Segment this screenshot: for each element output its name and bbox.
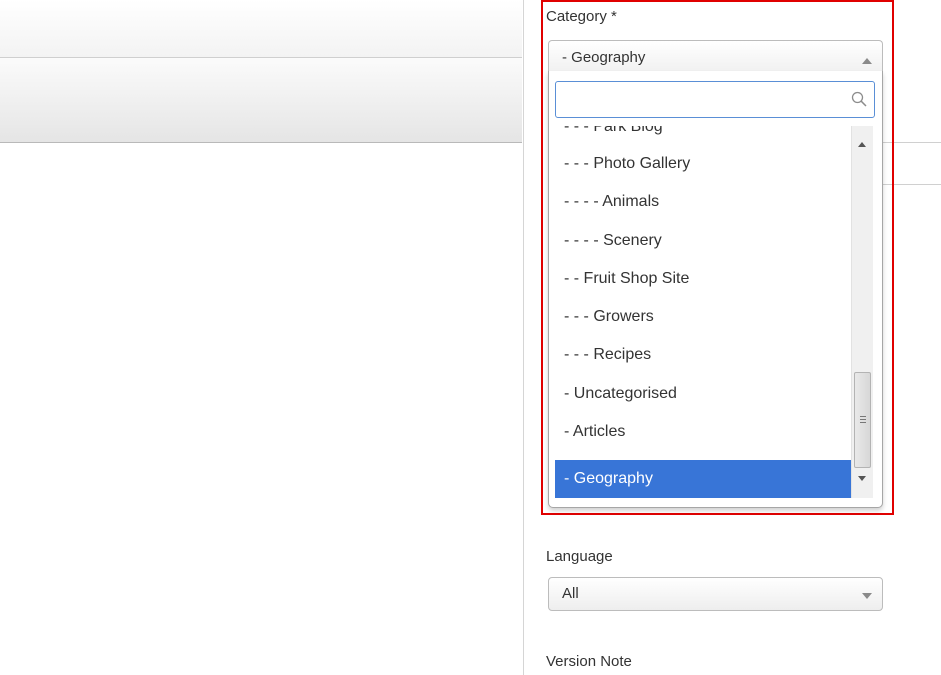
category-option[interactable]: - - Fruit Shop Site	[555, 260, 851, 298]
scroll-up-arrow-icon[interactable]	[858, 142, 866, 147]
version-note-label: Version Note	[546, 653, 632, 670]
category-option[interactable]: - - - Growers	[555, 298, 851, 336]
scroll-down-arrow-icon[interactable]	[858, 476, 866, 481]
grip-line	[860, 419, 866, 420]
category-options-list[interactable]: - - - Park Blog - - - Photo Gallery - - …	[555, 126, 851, 498]
language-label: Language	[546, 548, 613, 565]
header-bar	[0, 0, 522, 58]
chevron-down-icon	[862, 593, 872, 599]
category-search-box[interactable]	[555, 81, 875, 118]
category-option[interactable]: - Uncategorised	[555, 375, 851, 413]
category-option[interactable]: - - - - Scenery	[555, 222, 851, 260]
language-selected-value: All	[562, 585, 579, 602]
category-dropdown: - - - Park Blog - - - Photo Gallery - - …	[548, 71, 883, 508]
sidebar-divider	[523, 0, 524, 675]
dropdown-scrollbar[interactable]	[851, 126, 873, 498]
category-option[interactable]: - Articles	[555, 413, 851, 451]
category-label: Category *	[546, 8, 617, 25]
chevron-up-icon	[862, 58, 872, 64]
language-select[interactable]: All	[548, 577, 883, 611]
grip-line	[860, 416, 866, 417]
category-selected-value: - Geography	[562, 49, 646, 66]
search-icon	[851, 91, 867, 107]
category-option-selected[interactable]: - Geography	[555, 460, 851, 498]
category-search-input[interactable]	[556, 82, 862, 117]
category-option[interactable]: - - - Recipes	[555, 336, 851, 374]
toolbar-panel	[0, 58, 522, 143]
category-option[interactable]: - - - - Animals	[555, 183, 851, 221]
category-option[interactable]: - - - Photo Gallery	[555, 145, 851, 183]
grip-line	[860, 422, 866, 423]
scrollbar-thumb[interactable]	[854, 372, 871, 468]
category-option[interactable]: - - - Park Blog	[555, 126, 851, 146]
